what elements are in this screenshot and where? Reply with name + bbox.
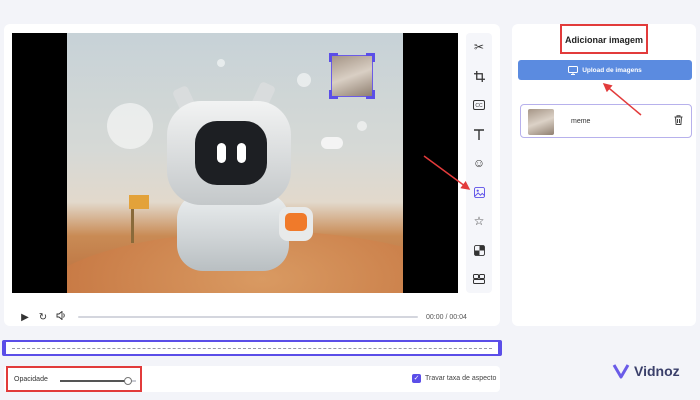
editor-panel: ✂ CC ☺ ☆ ▶ ↻ 00:00 / 00:04 [4,24,500,326]
opacity-control: Opacidade [6,366,142,392]
resize-handle[interactable] [329,90,338,99]
scissors-icon[interactable]: ✂ [469,37,489,57]
subtitle-icon[interactable]: CC [469,95,489,115]
video-preview[interactable] [12,33,458,293]
bottom-settings-bar: Opacidade ✓ Travar taxa de aspecto [4,366,500,392]
effects-icon[interactable]: ☆ [469,211,489,231]
upload-image-button[interactable]: Upload de imagens [518,60,692,80]
side-panel-title: Adicionar imagem [564,35,644,45]
volume-icon[interactable] [52,310,70,323]
logo-mark-icon [612,364,630,379]
text-icon[interactable] [469,124,489,144]
timeline-handle-start[interactable] [2,340,6,356]
opacity-slider-fill [60,380,129,382]
progress-bar[interactable] [78,316,418,318]
image-icon[interactable] [469,182,489,202]
upload-button-label: Upload de imagens [582,66,642,74]
drone [321,137,343,149]
playback-controls: ▶ ↻ 00:00 / 00:04 [16,308,496,326]
vidnoz-logo: Vidnoz [612,362,680,380]
svg-text:CC: CC [475,103,483,109]
opacity-slider-thumb[interactable] [124,377,133,385]
aspect-lock-checkbox[interactable]: ✓ [412,374,421,383]
trash-icon[interactable] [674,115,683,128]
image-thumbnail [528,109,554,135]
monitor-icon [568,65,579,75]
filter-icon[interactable] [469,240,489,260]
opacity-label: Opacidade [14,376,48,383]
timeline-dashes [12,348,492,349]
more-icon[interactable] [469,269,489,289]
time-readout: 00:00 / 00:04 [426,313,467,321]
video-frame [67,33,403,293]
image-list-item[interactable]: meme [520,104,692,138]
aspect-lock-label: Travar taxa de aspecto [425,375,497,382]
opacity-slider[interactable] [60,377,136,385]
resize-handle[interactable] [329,53,338,62]
timeline-handle-end[interactable] [498,340,502,356]
overlay-image[interactable] [329,53,375,99]
side-title-highlight: Adicionar imagem [560,24,648,54]
play-icon[interactable]: ▶ [16,312,34,323]
image-name: meme [571,118,591,125]
timeline-track[interactable] [2,340,502,356]
replay-icon[interactable]: ↻ [34,312,52,323]
logo-text: Vidnoz [634,363,680,379]
side-panel: Adicionar imagem Upload de imagens meme [512,24,696,326]
flag [129,195,149,209]
crop-icon[interactable] [469,66,489,86]
sticker-icon[interactable]: ☺ [469,153,489,173]
tool-rail: ✂ CC ☺ ☆ [466,33,492,293]
resize-handle[interactable] [366,90,375,99]
resize-handle[interactable] [366,53,375,62]
